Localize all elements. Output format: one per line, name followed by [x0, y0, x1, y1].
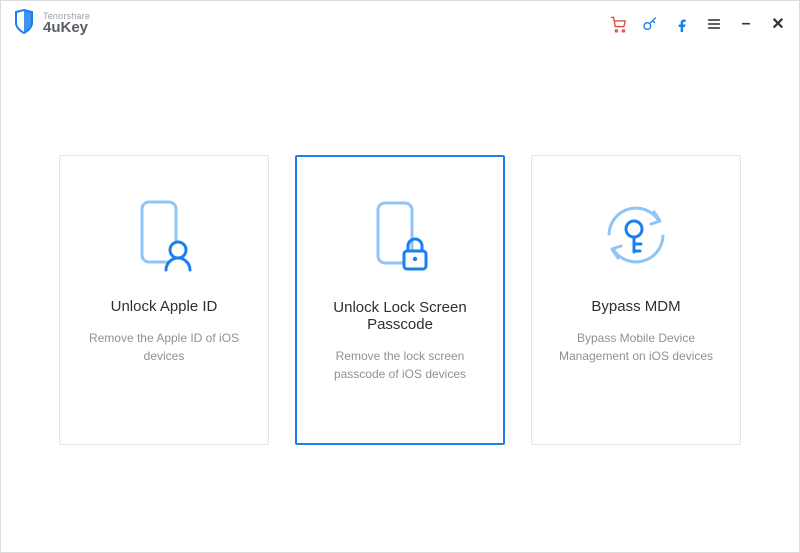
minimize-button[interactable]: –: [737, 15, 755, 33]
card-desc: Bypass Mobile Device Management on iOS d…: [548, 329, 724, 365]
menu-icon[interactable]: [705, 15, 723, 33]
app-window: Tenorshare 4uKey – ✕: [0, 0, 800, 553]
phone-lock-icon: [362, 191, 438, 281]
card-desc: Remove the Apple ID of iOS devices: [76, 329, 252, 365]
brand-product: 4uKey: [43, 20, 90, 36]
titlebar: Tenorshare 4uKey – ✕: [1, 1, 799, 47]
key-icon[interactable]: [641, 15, 659, 33]
card-title: Unlock Lock Screen Passcode: [313, 299, 487, 333]
phone-user-icon: [126, 190, 202, 280]
brand: Tenorshare 4uKey: [13, 9, 90, 40]
cart-icon[interactable]: [609, 15, 627, 33]
sync-key-icon: [596, 190, 676, 280]
window-toolbar: – ✕: [609, 15, 787, 33]
facebook-icon[interactable]: [673, 15, 691, 33]
close-button[interactable]: ✕: [769, 15, 787, 33]
card-unlock-lock-screen[interactable]: Unlock Lock Screen Passcode Remove the l…: [295, 155, 505, 445]
card-title: Unlock Apple ID: [111, 298, 218, 315]
brand-logo-icon: [13, 9, 35, 40]
card-desc: Remove the lock screen passcode of iOS d…: [313, 347, 487, 383]
card-unlock-apple-id[interactable]: Unlock Apple ID Remove the Apple ID of i…: [59, 155, 269, 445]
card-bypass-mdm[interactable]: Bypass MDM Bypass Mobile Device Manageme…: [531, 155, 741, 445]
card-title: Bypass MDM: [591, 298, 680, 315]
main-content: Unlock Apple ID Remove the Apple ID of i…: [1, 47, 799, 552]
